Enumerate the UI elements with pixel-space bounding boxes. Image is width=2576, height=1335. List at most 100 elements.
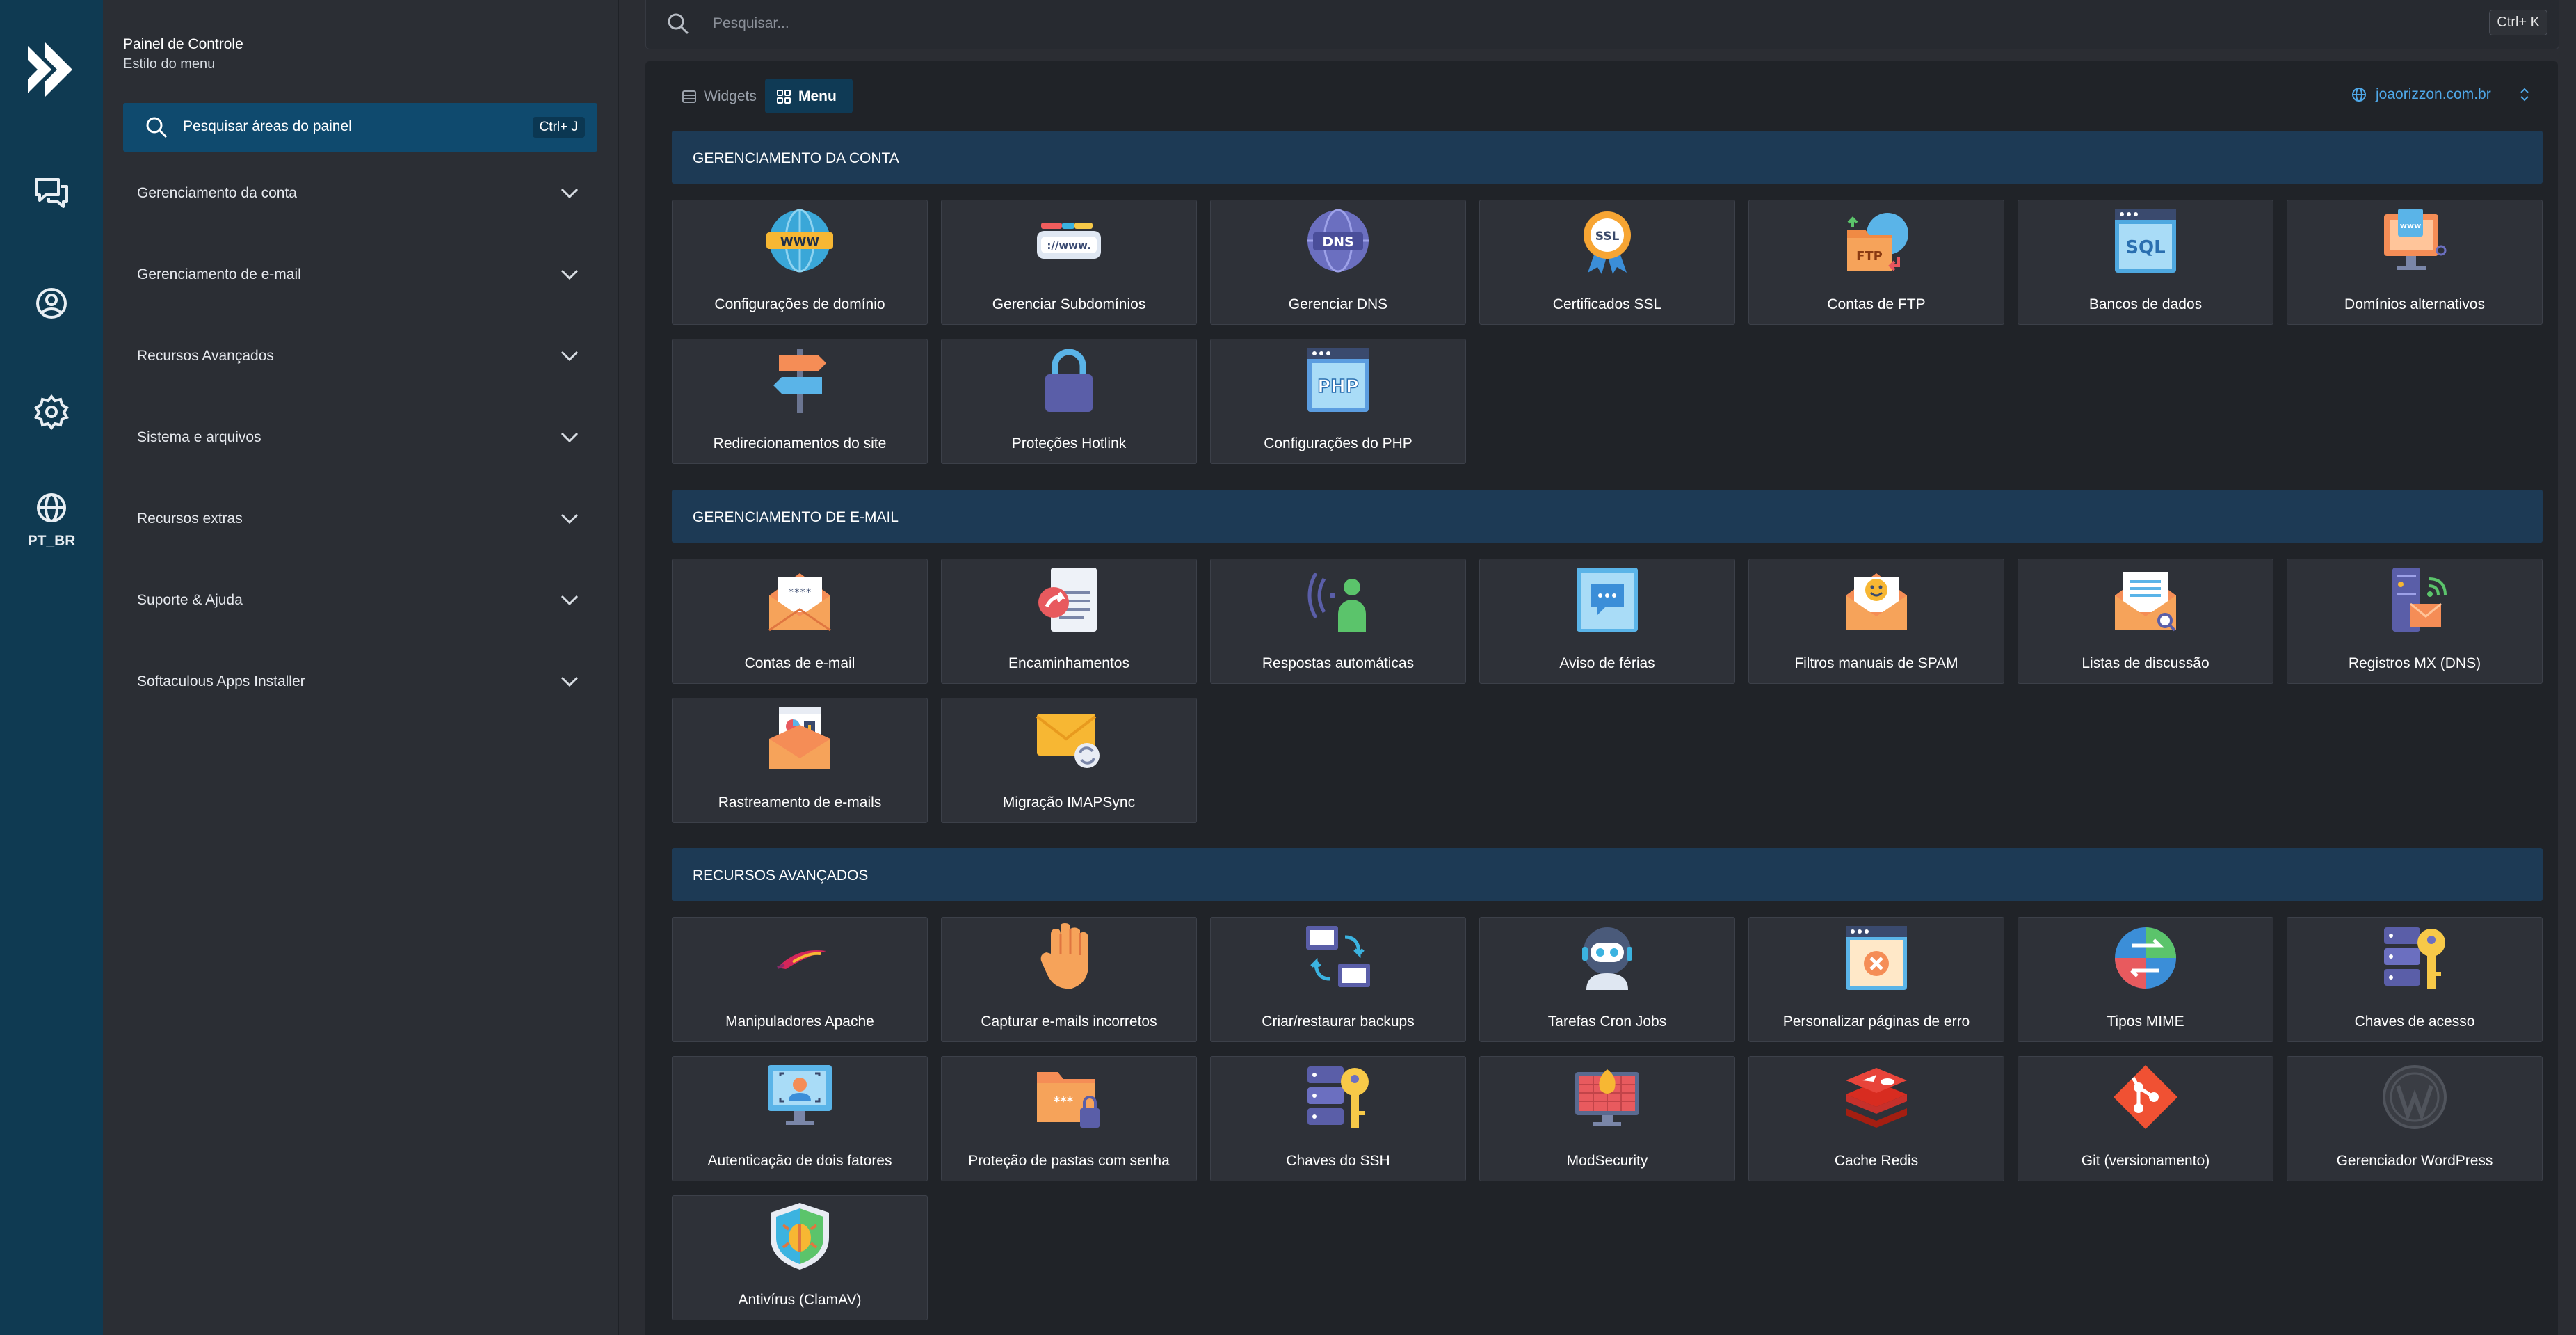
menu-tile[interactable]: Cache Redis [1748,1056,2004,1181]
menu-tile[interactable]: SSL Certificados SSL [1479,200,1735,325]
tab-widgets[interactable]: Widgets [670,79,759,113]
menu-tile[interactable]: Manipuladores Apache [672,917,928,1042]
menu-tile[interactable]: Rastreamento de e-mails [672,698,928,823]
menu-tile[interactable]: *** Proteção de pastas com senha [941,1056,1197,1181]
user-circle-icon[interactable] [31,282,72,324]
section-header: GERENCIAMENTO DE E-MAIL [672,490,2543,543]
php-window-icon: PHP [1303,345,1373,415]
tile-label: Tipos MIME [2107,1014,2184,1030]
sidebar-item-label: Suporte & Ajuda [137,592,243,608]
menu-tile[interactable]: ModSecurity [1479,1056,1735,1181]
tile-label: Criar/restaurar backups [1262,1014,1415,1030]
sidebar-item-softaculous-apps-installer[interactable]: Softaculous Apps Installer [123,650,597,712]
ssl-badge-icon: SSL [1572,206,1642,275]
error-page-icon [1842,923,1911,993]
tile-label: Migração IMAPSync [1002,794,1136,810]
menu-tile[interactable]: Filtros manuais de SPAM [1748,559,2004,684]
apache-feather-icon [765,923,835,993]
svg-text:FTP: FTP [1856,249,1883,264]
tile-label: Domínios alternativos [2344,296,2485,312]
domain-selector[interactable]: joaorizzon.com.br [2351,85,2533,106]
spam-envelope-icon [1842,565,1911,634]
sidebar-item-gerenciamento-de-e-mail[interactable]: Gerenciamento de e-mail [123,243,597,305]
menu-tile[interactable]: SQL Bancos de dados [2018,200,2273,325]
top-search-bar[interactable]: Pesquisar... Ctrl+ K [645,0,2559,49]
menu-tile[interactable]: Aviso de férias [1479,559,1735,684]
auto-reply-person-icon [1303,565,1373,634]
menu-tile[interactable]: Antivírus (ClamAV) [672,1195,928,1320]
cron-robot-icon [1572,923,1642,993]
menu-tile[interactable]: Chaves do SSH [1210,1056,1466,1181]
tile-label: Chaves de acesso [2354,1014,2475,1030]
tile-label: Personalizar páginas de erro [1782,1014,1970,1030]
menu-tile[interactable]: Migração IMAPSync [941,698,1197,823]
tab-menu[interactable]: Menu [765,79,853,113]
sql-window-icon: SQL [2111,206,2180,275]
icon-rail: PT_BR [0,0,103,1335]
menu-tile[interactable]: Capturar e-mails incorretos [941,917,1197,1042]
menu-tile[interactable]: Redirecionamentos do site [672,339,928,464]
globe-icon[interactable] [31,487,72,529]
sidebar-item-recursos-avancados[interactable]: Recursos Avançados [123,324,597,387]
menu-tile[interactable]: www Domínios alternativos [2287,200,2543,325]
menu-tile[interactable]: FTP Contas de FTP [1748,200,2004,325]
menu-tile[interactable]: Personalizar páginas de erro [1748,917,2004,1042]
menu-tile[interactable]: Registros MX (DNS) [2287,559,2543,684]
sidebar-item-label: Recursos Avançados [137,348,274,364]
tile-label: Contas de FTP [1827,296,1926,312]
catch-hand-icon [1034,923,1104,993]
main-panel: Widgets Menu joaorizzon.com.br GERENCIAM… [645,61,2558,1335]
email-tracking-icon [765,704,835,774]
tile-label: Cache Redis [1834,1153,1919,1169]
signpost-icon [765,345,835,415]
menu-tile[interactable]: Autenticação de dois fatores [672,1056,928,1181]
section-header: GERENCIAMENTO DA CONTA [672,131,2543,184]
menu-tile[interactable]: PHP Configurações do PHP [1210,339,1466,464]
language-label[interactable]: PT_BR [0,533,103,550]
menu-tile[interactable]: Listas de discussão [2018,559,2273,684]
menu-tile[interactable]: Chaves de acesso [2287,917,2543,1042]
menu-tile[interactable]: Proteções Hotlink [941,339,1197,464]
menu-tile[interactable]: Git (versionamento) [2018,1056,2273,1181]
menu-tile[interactable]: Criar/restaurar backups [1210,917,1466,1042]
search-icon [146,117,168,138]
sidebar-item-gerenciamento-da-conta[interactable]: Gerenciamento da conta [123,161,597,224]
svg-text:SQL: SQL [2125,237,2165,258]
tile-label: Listas de discussão [2082,655,2209,671]
chat-icon[interactable] [31,173,72,214]
tile-label: Capturar e-mails incorretos [981,1014,1157,1030]
menu-tile[interactable]: ://www. Gerenciar Subdomínios [941,200,1197,325]
menu-tile[interactable]: DNS Gerenciar DNS [1210,200,1466,325]
menu-tile[interactable]: Encaminhamentos [941,559,1197,684]
section-title: RECURSOS AVANÇADOS [693,868,869,884]
tile-label: Redirecionamentos do site [713,435,887,451]
cwp-arrow-logo-icon[interactable] [24,39,79,100]
www-globe-icon: WWW [765,206,835,275]
wordpress-icon [2380,1062,2449,1132]
tile-label: Encaminhamentos [1008,655,1129,671]
sidebar-item-sistema-e-arquivos[interactable]: Sistema e arquivos [123,406,597,468]
svg-text:www: www [2400,221,2422,230]
menu-tile[interactable]: Respostas automáticas [1210,559,1466,684]
mailing-list-icon [2111,565,2180,634]
menu-tile[interactable]: Tarefas Cron Jobs [1479,917,1735,1042]
sidebar-search-button[interactable]: Pesquisar áreas do painel Ctrl+ J [123,103,597,152]
sidebar-item-suporte-ajuda[interactable]: Suporte & Ajuda [123,568,597,631]
menu-tile[interactable]: Gerenciador WordPress [2287,1056,2543,1181]
chevron-updown-icon [2520,88,2529,102]
gear-icon[interactable] [31,391,72,433]
access-key-server-icon [2380,923,2449,993]
chevron-down-icon [561,269,579,280]
menu-tile[interactable]: **** Contas de e-mail [672,559,928,684]
sidebar-item-recursos-extras[interactable]: Recursos extras [123,487,597,550]
tab-widgets-label: Widgets [704,88,757,104]
sidebar-item-label: Gerenciamento da conta [137,185,297,201]
menu-tile[interactable]: Tipos MIME [2018,917,2273,1042]
dns-globe-icon: DNS [1303,206,1373,275]
tile-label: Configurações de domínio [714,296,885,312]
tile-label: Antivírus (ClamAV) [738,1292,862,1308]
locked-folder-icon: *** [1034,1062,1104,1132]
menu-tile[interactable]: WWW Configurações de domínio [672,200,928,325]
tile-label: Gerenciar DNS [1288,296,1388,312]
top-search-input[interactable]: Pesquisar... [713,15,789,32]
